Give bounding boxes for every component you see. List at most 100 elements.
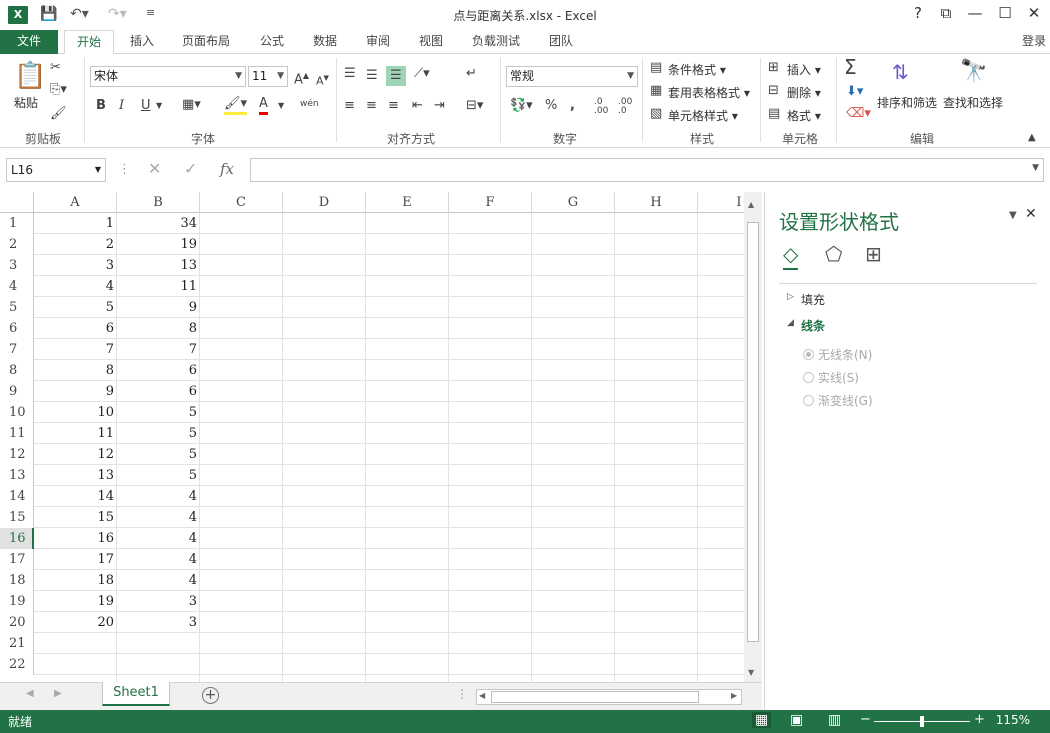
cell-a2[interactable]: 2 <box>34 234 117 255</box>
row-header-19[interactable]: 19 <box>0 591 34 612</box>
row-header-1[interactable]: 1 <box>0 213 34 234</box>
cell-a3[interactable]: 3 <box>34 255 117 276</box>
vertical-scrollbar[interactable]: ▲ ▼ <box>744 192 762 682</box>
maximize-button[interactable]: ☐ <box>990 4 1020 22</box>
cell-b12[interactable]: 5 <box>117 444 200 465</box>
page-break-view-icon[interactable]: ▥ <box>828 712 841 728</box>
confirm-entry-icon[interactable]: ✓ <box>184 161 197 177</box>
cell-styles-icon[interactable]: ▧ <box>650 106 662 122</box>
formula-input[interactable]: ▼ <box>250 158 1044 182</box>
increase-decimal-icon[interactable]: .0 .00 <box>594 98 612 116</box>
borders-icon[interactable]: ▦▾ <box>182 97 201 113</box>
format-cells-icon[interactable]: ▤ <box>768 106 780 122</box>
close-pane-button[interactable]: ✕ <box>1025 206 1037 222</box>
expand-icon[interactable]: ▷ <box>787 292 794 302</box>
help-button[interactable]: ? <box>903 4 933 22</box>
cell-b2[interactable]: 19 <box>117 234 200 255</box>
tab-file[interactable]: 文件 <box>0 30 58 54</box>
tab-page-layout[interactable]: 页面布局 <box>182 30 230 54</box>
row-header-10[interactable]: 10 <box>0 402 34 423</box>
align-top-icon[interactable]: ☰ <box>344 66 356 82</box>
tab-review[interactable]: 审阅 <box>366 30 390 54</box>
underline-button[interactable]: U <box>141 98 151 114</box>
row-header-14[interactable]: 14 <box>0 486 34 507</box>
cell-a18[interactable]: 18 <box>34 570 117 591</box>
paste-icon[interactable]: 📋 <box>14 62 46 90</box>
tab-formulas[interactable]: 公式 <box>260 30 284 54</box>
cell-b3[interactable]: 13 <box>117 255 200 276</box>
cell-a6[interactable]: 6 <box>34 318 117 339</box>
row-header-6[interactable]: 6 <box>0 318 34 339</box>
worksheet-grid[interactable]: ABCDEFGHI 1 2 3 4 5 6 7 8 9 10 11 12 13 14 15 16 17 18 19 2… <box>0 192 762 682</box>
format-painter-icon[interactable]: 🖌 <box>50 106 67 122</box>
column-header-f[interactable]: F <box>449 192 532 213</box>
row-header-18[interactable]: 18 <box>0 570 34 591</box>
cell-b18[interactable]: 4 <box>117 570 200 591</box>
normal-view-icon[interactable]: ▦ <box>752 712 772 728</box>
font-size-select[interactable]: 11 ▼ <box>248 66 288 87</box>
cell-a1[interactable]: 1 <box>34 213 117 234</box>
insert-cells-button[interactable]: 插入 ▾ <box>787 61 821 78</box>
fill-icon[interactable]: ⬇▾ <box>846 84 863 100</box>
bold-button[interactable]: B <box>96 98 106 114</box>
cell-a9[interactable]: 9 <box>34 381 117 402</box>
row-header-21[interactable]: 21 <box>0 633 34 654</box>
align-center-icon[interactable]: ≡ <box>366 98 377 114</box>
cell-b17[interactable]: 4 <box>117 549 200 570</box>
minimize-button[interactable]: — <box>960 4 990 22</box>
fill-line-icon[interactable]: ◇ <box>783 242 799 270</box>
align-middle-icon[interactable]: ☰ <box>366 68 378 84</box>
column-header-h[interactable]: H <box>615 192 698 213</box>
sort-filter-icon[interactable]: ⇅ <box>892 60 909 84</box>
phonetic-guide-icon[interactable]: wén <box>300 96 319 112</box>
row-header-9[interactable]: 9 <box>0 381 34 402</box>
align-right-icon[interactable]: ≡ <box>388 98 399 114</box>
row-header-15[interactable]: 15 <box>0 507 34 528</box>
cell-b8[interactable]: 6 <box>117 360 200 381</box>
tab-data[interactable]: 数据 <box>313 30 337 54</box>
zoom-slider-thumb[interactable] <box>920 716 924 727</box>
chevron-down-icon[interactable]: ▼ <box>278 98 284 114</box>
cell-a16[interactable]: 16 <box>34 528 117 549</box>
collapse-ribbon-icon[interactable]: ▲ <box>1028 130 1036 146</box>
cell-a14[interactable]: 14 <box>34 486 117 507</box>
wrap-text-icon[interactable]: ↵ <box>466 66 477 82</box>
size-properties-icon[interactable]: ⊞ <box>865 242 882 266</box>
merge-center-icon[interactable]: ⊟▾ <box>466 98 483 114</box>
cell-b1[interactable]: 34 <box>117 213 200 234</box>
percent-style-button[interactable]: % <box>545 98 557 114</box>
zoom-in-button[interactable]: + <box>974 712 985 727</box>
cell-b9[interactable]: 6 <box>117 381 200 402</box>
cell-b19[interactable]: 3 <box>117 591 200 612</box>
scroll-right-icon[interactable]: ▶ <box>731 691 737 700</box>
find-select-button[interactable]: 查找和选择 <box>943 94 1003 111</box>
cell-a11[interactable]: 11 <box>34 423 117 444</box>
cell-b14[interactable]: 4 <box>117 486 200 507</box>
cell-styles-button[interactable]: 单元格样式 ▾ <box>668 107 738 124</box>
tab-home[interactable]: 开始 <box>64 30 115 54</box>
number-format-select[interactable]: 常规 ▼ <box>506 66 638 87</box>
ribbon-display-button[interactable]: ⧉ <box>931 4 961 22</box>
cell-b13[interactable]: 5 <box>117 465 200 486</box>
increase-indent-icon[interactable]: ⇥ <box>434 98 445 114</box>
comma-style-button[interactable]: , <box>570 98 575 114</box>
row-header-17[interactable]: 17 <box>0 549 34 570</box>
sort-filter-button[interactable]: 排序和筛选 <box>877 94 937 111</box>
tab-view[interactable]: 视图 <box>419 30 443 54</box>
decrease-indent-icon[interactable]: ⇤ <box>412 98 423 114</box>
fill-section-header[interactable]: 填充 <box>801 291 825 308</box>
shrink-font-icon[interactable]: A▼ <box>316 70 329 90</box>
insert-function-button[interactable]: fx <box>220 161 234 177</box>
cell-b4[interactable]: 11 <box>117 276 200 297</box>
column-header-d[interactable]: D <box>283 192 366 213</box>
scroll-up-icon[interactable]: ▲ <box>748 200 754 209</box>
accounting-format-icon[interactable]: 💱▾ <box>510 98 533 114</box>
zoom-level[interactable]: 115% <box>996 713 1030 727</box>
column-header-e[interactable]: E <box>366 192 449 213</box>
column-header-b[interactable]: B <box>117 192 200 213</box>
effects-icon[interactable]: ⬠ <box>825 242 842 266</box>
tab-team[interactable]: 团队 <box>549 30 573 54</box>
select-all-button[interactable] <box>0 192 34 213</box>
cell-a10[interactable]: 10 <box>34 402 117 423</box>
cell-b6[interactable]: 8 <box>117 318 200 339</box>
